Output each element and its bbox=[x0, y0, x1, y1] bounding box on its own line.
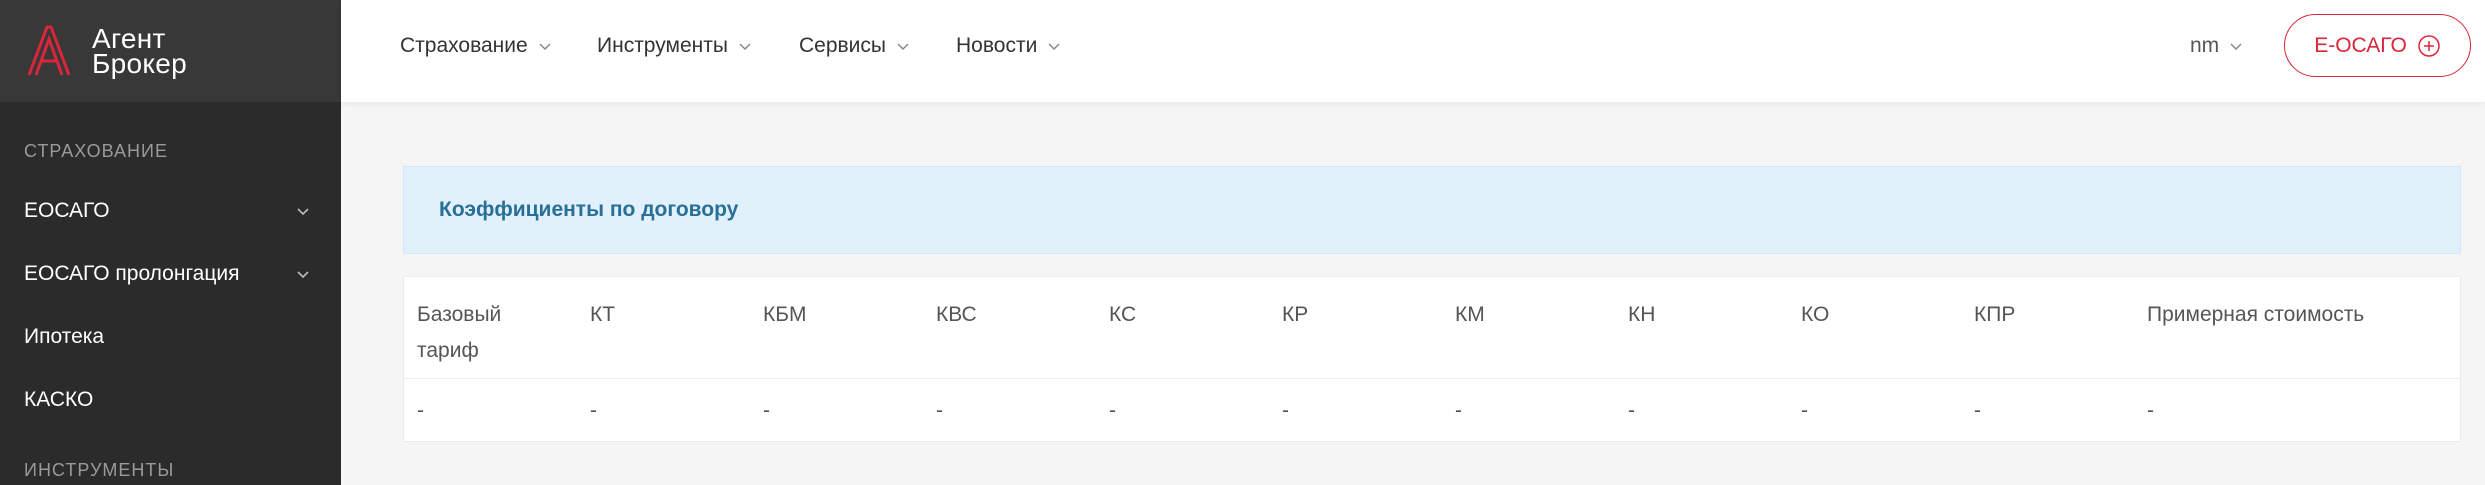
chevron-down-icon bbox=[539, 43, 551, 51]
chevron-down-icon bbox=[297, 208, 309, 216]
table-cell: - bbox=[1282, 399, 1289, 422]
table-cell: - bbox=[417, 399, 424, 422]
chevron-down-icon bbox=[739, 43, 751, 51]
column-header: КБМ bbox=[763, 303, 807, 326]
nav-insurance[interactable]: Страхование bbox=[400, 30, 552, 62]
plus-circle-icon bbox=[2418, 34, 2440, 57]
sidebar: Агент Брокер СТРАХОВАНИЕ ЕОСАГО ЕОСАГО п… bbox=[0, 0, 341, 485]
table-cell: - bbox=[936, 399, 943, 422]
nav-tools[interactable]: Инструменты bbox=[597, 30, 752, 62]
sidebar-item-kasko[interactable]: КАСКО bbox=[24, 380, 311, 420]
column-header: КН bbox=[1628, 303, 1656, 326]
table-cell: - bbox=[590, 399, 597, 422]
top-header: Страхование Инструменты Сервисы Новости … bbox=[341, 0, 2485, 102]
column-header: КТ bbox=[590, 303, 616, 326]
chevron-down-icon bbox=[297, 271, 309, 279]
column-header: КВС bbox=[936, 303, 977, 326]
sidebar-item-label: Ипотека bbox=[24, 325, 105, 348]
chevron-down-icon bbox=[2230, 43, 2242, 51]
sidebar-item-mortgage[interactable]: Ипотека bbox=[24, 317, 311, 357]
coefficients-title: Коэффициенты по договору bbox=[439, 198, 739, 221]
column-header: КПР bbox=[1974, 303, 2016, 326]
table-cell: - bbox=[1455, 399, 1462, 422]
table-cell: - bbox=[1109, 399, 1116, 422]
column-header: КО bbox=[1801, 303, 1830, 326]
user-menu[interactable]: nm bbox=[2190, 30, 2243, 62]
sidebar-item-eosago[interactable]: ЕОСАГО bbox=[24, 191, 311, 231]
sidebar-section-insurance: СТРАХОВАНИЕ bbox=[24, 141, 168, 161]
eosago-button[interactable]: Е-ОСАГО bbox=[2284, 14, 2471, 77]
logo[interactable]: Агент Брокер bbox=[0, 0, 341, 102]
user-name: nm bbox=[2190, 34, 2220, 57]
brand-logo-icon bbox=[27, 25, 71, 76]
chevron-down-icon bbox=[897, 43, 909, 51]
chevron-down-icon bbox=[1048, 43, 1060, 51]
eosago-button-label: Е-ОСАГО bbox=[2314, 33, 2407, 57]
column-header: Базовый тариф bbox=[417, 303, 502, 362]
nav-news[interactable]: Новости bbox=[956, 30, 1061, 62]
brand-line-2: Брокер bbox=[92, 48, 188, 79]
column-header: КМ bbox=[1455, 303, 1485, 326]
sidebar-item-eosago-prolongation[interactable]: ЕОСАГО пролонгация bbox=[24, 254, 311, 294]
table-cell: - bbox=[2147, 399, 2154, 422]
sidebar-item-label: КАСКО bbox=[24, 388, 94, 411]
table-cell: - bbox=[1801, 399, 1808, 422]
sidebar-item-label: ЕОСАГО пролонгация bbox=[24, 262, 240, 285]
nav-label: Страхование bbox=[400, 34, 528, 57]
nav-label: Инструменты bbox=[597, 34, 728, 57]
column-header: Примерная стоимость bbox=[2147, 303, 2365, 326]
column-header: КР bbox=[1282, 303, 1309, 326]
coefficients-panel: Коэффициенты по договору bbox=[403, 166, 2461, 254]
nav-services[interactable]: Сервисы bbox=[799, 30, 910, 62]
table-cell: - bbox=[1628, 399, 1635, 422]
nav-label: Сервисы bbox=[799, 34, 887, 57]
brand-name: Агент Брокер bbox=[92, 25, 188, 79]
table-cell: - bbox=[1974, 399, 1981, 422]
sidebar-section-tools: ИНСТРУМЕНТЫ bbox=[24, 460, 175, 480]
sidebar-item-label: ЕОСАГО bbox=[24, 199, 110, 222]
nav-label: Новости bbox=[956, 34, 1038, 57]
column-header: КС bbox=[1109, 303, 1137, 326]
table-cell: - bbox=[763, 399, 770, 422]
table-header-row: Базовый тариф КТ КБМ КВС КС КР КМ КН КО … bbox=[404, 277, 2460, 379]
coefficients-table: Базовый тариф КТ КБМ КВС КС КР КМ КН КО … bbox=[403, 276, 2461, 442]
